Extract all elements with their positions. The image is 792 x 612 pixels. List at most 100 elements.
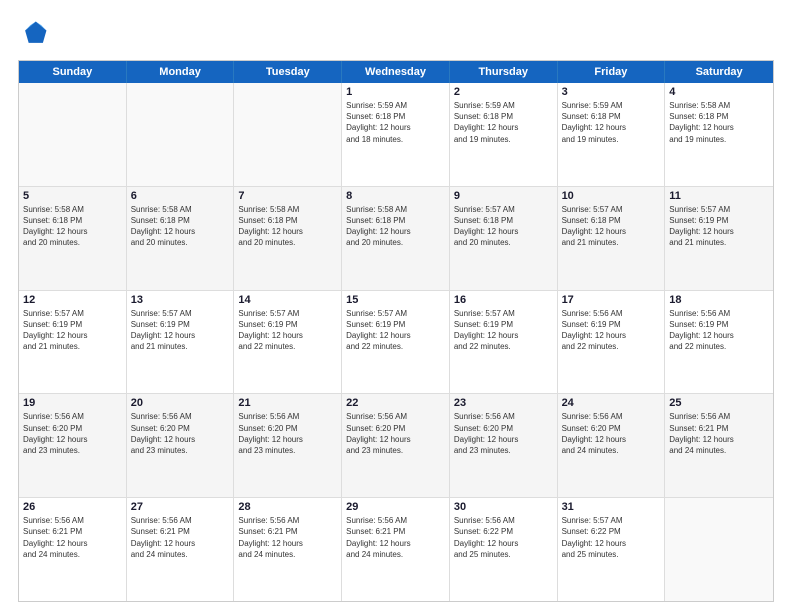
day-number: 21 bbox=[238, 397, 337, 409]
day-number: 27 bbox=[131, 501, 230, 513]
day-number: 1 bbox=[346, 86, 445, 98]
calendar-cell-0-1 bbox=[127, 83, 235, 186]
day-number: 10 bbox=[562, 190, 661, 202]
calendar-cell-3-6: 25Sunrise: 5:56 AM Sunset: 6:21 PM Dayli… bbox=[665, 394, 773, 497]
calendar-cell-3-0: 19 Sunrise: 5:56 AM Sunset: 6:20 PM Dayli… bbox=[19, 394, 127, 497]
day-info: Sunrise: 5:57 AM Sunset: 6:19 PM Dayligh… bbox=[454, 308, 553, 353]
header-day-tuesday: Tuesday bbox=[234, 61, 342, 83]
calendar-cell-0-2 bbox=[234, 83, 342, 186]
header-day-saturday: Saturday bbox=[665, 61, 773, 83]
day-number: 8 bbox=[346, 190, 445, 202]
day-number: 7 bbox=[238, 190, 337, 202]
page: SundayMondayTuesdayWednesdayThursdayFrid… bbox=[0, 0, 792, 612]
day-info: Sunrise: 5:56 AM Sunset: 6:21 PM Dayligh… bbox=[238, 515, 337, 560]
calendar-row-2: 12 Sunrise: 5:57 AM Sunset: 6:19 PM Dayli… bbox=[19, 291, 773, 395]
calendar-cell-4-6 bbox=[665, 498, 773, 601]
calendar-cell-3-3: 22 Sunrise: 5:56 AM Sunset: 6:20 PM Dayli… bbox=[342, 394, 450, 497]
day-number: 25 bbox=[669, 397, 769, 409]
day-info: Sunrise: 5:56 AM Sunset: 6:20 PM Dayligh… bbox=[346, 411, 445, 456]
day-info: Sunrise: 5:57 AM Sunset: 6:18 PM Dayligh… bbox=[562, 204, 661, 249]
day-info: Sunrise: 5:56 AM Sunset: 6:21 PM Dayligh… bbox=[346, 515, 445, 560]
day-number: 18 bbox=[669, 294, 769, 306]
calendar-cell-3-4: 23 Sunrise: 5:56 AM Sunset: 6:20 PM Dayli… bbox=[450, 394, 558, 497]
calendar-body: 1 Sunrise: 5:59 AM Sunset: 6:18 PM Daylig… bbox=[19, 83, 773, 601]
day-info: Sunrise: 5:57 AM Sunset: 6:18 PM Dayligh… bbox=[454, 204, 553, 249]
calendar-cell-2-1: 13Sunrise: 5:57 AM Sunset: 6:19 PM Dayli… bbox=[127, 291, 235, 394]
header-day-thursday: Thursday bbox=[450, 61, 558, 83]
day-info: Sunrise: 5:57 AM Sunset: 6:19 PM Dayligh… bbox=[669, 204, 769, 249]
calendar-cell-4-0: 26 Sunrise: 5:56 AM Sunset: 6:21 PM Dayli… bbox=[19, 498, 127, 601]
day-number: 3 bbox=[562, 86, 661, 98]
day-number: 26 bbox=[23, 501, 122, 513]
day-info: Sunrise: 5:59 AM Sunset: 6:18 PM Dayligh… bbox=[346, 100, 445, 145]
day-info: Sunrise: 5:56 AM Sunset: 6:21 PM Dayligh… bbox=[131, 515, 230, 560]
calendar-cell-2-3: 15 Sunrise: 5:57 AM Sunset: 6:19 PM Dayli… bbox=[342, 291, 450, 394]
day-number: 12 bbox=[23, 294, 122, 306]
calendar-cell-0-6: 4 Sunrise: 5:58 AM Sunset: 6:18 PM Daylig… bbox=[665, 83, 773, 186]
calendar-cell-2-5: 17Sunrise: 5:56 AM Sunset: 6:19 PM Dayli… bbox=[558, 291, 666, 394]
calendar-cell-0-0 bbox=[19, 83, 127, 186]
calendar: SundayMondayTuesdayWednesdayThursdayFrid… bbox=[18, 60, 774, 602]
day-info: Sunrise: 5:59 AM Sunset: 6:18 PM Dayligh… bbox=[454, 100, 553, 145]
calendar-cell-3-5: 24 Sunrise: 5:56 AM Sunset: 6:20 PM Dayli… bbox=[558, 394, 666, 497]
day-info: Sunrise: 5:56 AM Sunset: 6:21 PM Dayligh… bbox=[23, 515, 122, 560]
day-info: Sunrise: 5:57 AM Sunset: 6:19 PM Dayligh… bbox=[346, 308, 445, 353]
day-number: 14 bbox=[238, 294, 337, 306]
calendar-cell-3-1: 20 Sunrise: 5:56 AM Sunset: 6:20 PM Dayli… bbox=[127, 394, 235, 497]
calendar-cell-0-4: 2Sunrise: 5:59 AM Sunset: 6:18 PM Daylig… bbox=[450, 83, 558, 186]
day-number: 31 bbox=[562, 501, 661, 513]
calendar-cell-2-2: 14 Sunrise: 5:57 AM Sunset: 6:19 PM Dayli… bbox=[234, 291, 342, 394]
day-info: Sunrise: 5:56 AM Sunset: 6:20 PM Dayligh… bbox=[454, 411, 553, 456]
day-info: Sunrise: 5:56 AM Sunset: 6:19 PM Dayligh… bbox=[562, 308, 661, 353]
day-number: 28 bbox=[238, 501, 337, 513]
calendar-cell-1-2: 7 Sunrise: 5:58 AM Sunset: 6:18 PM Daylig… bbox=[234, 187, 342, 290]
day-info: Sunrise: 5:58 AM Sunset: 6:18 PM Dayligh… bbox=[131, 204, 230, 249]
day-number: 24 bbox=[562, 397, 661, 409]
calendar-cell-4-1: 27 Sunrise: 5:56 AM Sunset: 6:21 PM Dayli… bbox=[127, 498, 235, 601]
day-info: Sunrise: 5:56 AM Sunset: 6:20 PM Dayligh… bbox=[131, 411, 230, 456]
day-number: 5 bbox=[23, 190, 122, 202]
calendar-cell-0-3: 1 Sunrise: 5:59 AM Sunset: 6:18 PM Daylig… bbox=[342, 83, 450, 186]
header-day-sunday: Sunday bbox=[19, 61, 127, 83]
day-number: 20 bbox=[131, 397, 230, 409]
calendar-cell-1-5: 10 Sunrise: 5:57 AM Sunset: 6:18 PM Dayli… bbox=[558, 187, 666, 290]
day-number: 16 bbox=[454, 294, 553, 306]
day-number: 22 bbox=[346, 397, 445, 409]
calendar-cell-0-5: 3Sunrise: 5:59 AM Sunset: 6:18 PM Daylig… bbox=[558, 83, 666, 186]
day-number: 19 bbox=[23, 397, 122, 409]
calendar-cell-4-4: 30Sunrise: 5:56 AM Sunset: 6:22 PM Dayli… bbox=[450, 498, 558, 601]
day-info: Sunrise: 5:57 AM Sunset: 6:19 PM Dayligh… bbox=[238, 308, 337, 353]
header-day-friday: Friday bbox=[558, 61, 666, 83]
calendar-cell-1-1: 6 Sunrise: 5:58 AM Sunset: 6:18 PM Daylig… bbox=[127, 187, 235, 290]
day-info: Sunrise: 5:58 AM Sunset: 6:18 PM Dayligh… bbox=[238, 204, 337, 249]
calendar-cell-1-4: 9 Sunrise: 5:57 AM Sunset: 6:18 PM Daylig… bbox=[450, 187, 558, 290]
calendar-header: SundayMondayTuesdayWednesdayThursdayFrid… bbox=[19, 61, 773, 83]
calendar-cell-4-5: 31Sunrise: 5:57 AM Sunset: 6:22 PM Dayli… bbox=[558, 498, 666, 601]
day-info: Sunrise: 5:56 AM Sunset: 6:19 PM Dayligh… bbox=[669, 308, 769, 353]
calendar-row-0: 1 Sunrise: 5:59 AM Sunset: 6:18 PM Daylig… bbox=[19, 83, 773, 187]
calendar-cell-2-6: 18 Sunrise: 5:56 AM Sunset: 6:19 PM Dayli… bbox=[665, 291, 773, 394]
day-number: 15 bbox=[346, 294, 445, 306]
day-info: Sunrise: 5:56 AM Sunset: 6:20 PM Dayligh… bbox=[238, 411, 337, 456]
day-number: 9 bbox=[454, 190, 553, 202]
logo bbox=[18, 18, 54, 50]
day-number: 30 bbox=[454, 501, 553, 513]
day-info: Sunrise: 5:56 AM Sunset: 6:20 PM Dayligh… bbox=[23, 411, 122, 456]
calendar-cell-1-3: 8Sunrise: 5:58 AM Sunset: 6:18 PM Daylig… bbox=[342, 187, 450, 290]
header-day-monday: Monday bbox=[127, 61, 235, 83]
day-number: 23 bbox=[454, 397, 553, 409]
calendar-cell-1-6: 11Sunrise: 5:57 AM Sunset: 6:19 PM Dayli… bbox=[665, 187, 773, 290]
day-number: 13 bbox=[131, 294, 230, 306]
calendar-cell-2-4: 16 Sunrise: 5:57 AM Sunset: 6:19 PM Dayli… bbox=[450, 291, 558, 394]
calendar-row-4: 26 Sunrise: 5:56 AM Sunset: 6:21 PM Dayli… bbox=[19, 498, 773, 601]
day-number: 4 bbox=[669, 86, 769, 98]
day-number: 6 bbox=[131, 190, 230, 202]
day-info: Sunrise: 5:58 AM Sunset: 6:18 PM Dayligh… bbox=[23, 204, 122, 249]
calendar-row-3: 19 Sunrise: 5:56 AM Sunset: 6:20 PM Dayli… bbox=[19, 394, 773, 498]
day-info: Sunrise: 5:58 AM Sunset: 6:18 PM Dayligh… bbox=[669, 100, 769, 145]
day-info: Sunrise: 5:56 AM Sunset: 6:20 PM Dayligh… bbox=[562, 411, 661, 456]
day-info: Sunrise: 5:57 AM Sunset: 6:19 PM Dayligh… bbox=[23, 308, 122, 353]
header-day-wednesday: Wednesday bbox=[342, 61, 450, 83]
calendar-cell-3-2: 21 Sunrise: 5:56 AM Sunset: 6:20 PM Dayli… bbox=[234, 394, 342, 497]
calendar-cell-4-2: 28 Sunrise: 5:56 AM Sunset: 6:21 PM Dayli… bbox=[234, 498, 342, 601]
